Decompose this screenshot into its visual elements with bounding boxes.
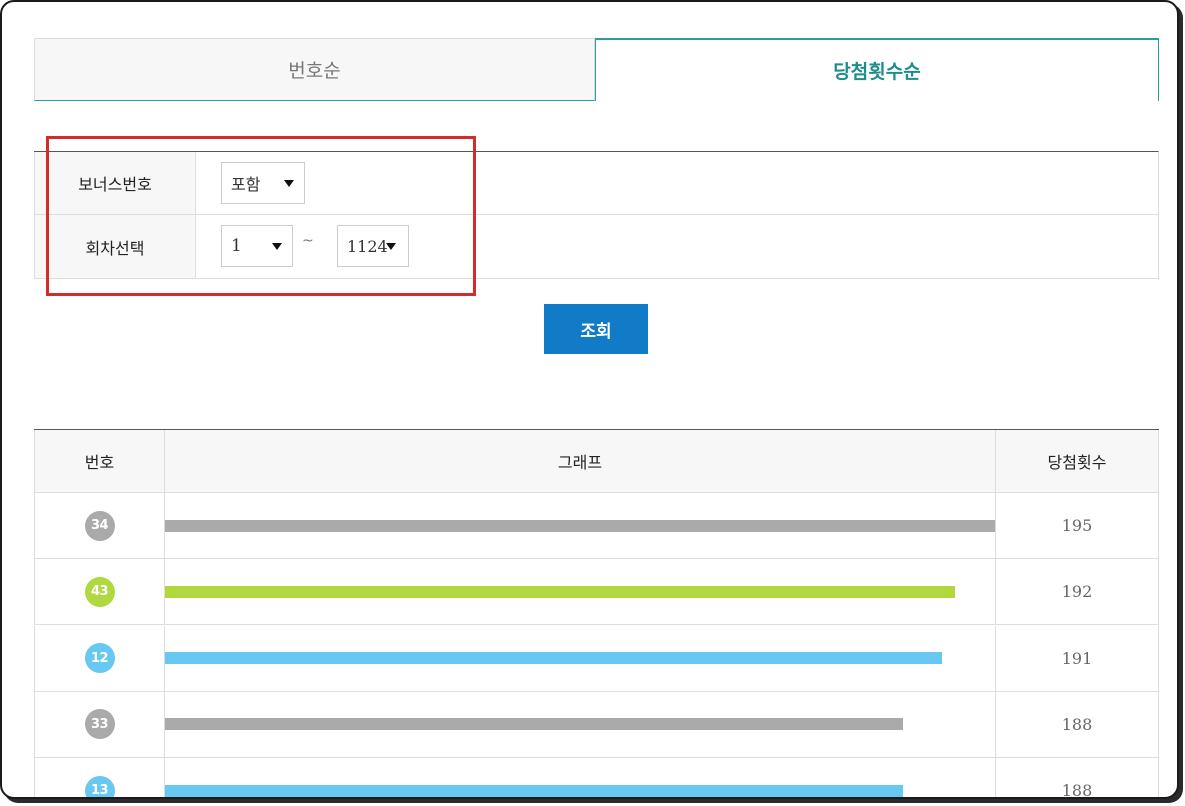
table-row: 43 192 — [34, 559, 1159, 626]
number-ball: 13 — [84, 775, 115, 797]
number-cell: 13 — [34, 758, 165, 797]
table-row: 12 191 — [34, 625, 1159, 692]
number-ball: 34 — [84, 510, 115, 541]
results-table: 번호 그래프 당첨횟수 34 195 43 192 12 191 33 188 13 188 — [34, 429, 1159, 797]
tab-by-number[interactable]: 번호순 — [34, 38, 595, 101]
count-cell: 195 — [996, 493, 1159, 558]
filter-row-round: 회차선택 1 ~ 1124 — [34, 215, 1159, 279]
graph-cell — [165, 758, 996, 797]
count-bar — [165, 519, 995, 532]
table-row: 13 188 — [34, 758, 1159, 797]
results-header: 번호 그래프 당첨횟수 — [34, 430, 1159, 493]
table-row: 33 188 — [34, 691, 1159, 758]
graph-cell — [165, 625, 996, 691]
number-cell: 12 — [34, 625, 165, 691]
round-from-value: 1 — [231, 236, 242, 256]
chevron-down-icon — [284, 180, 294, 187]
count-bar — [165, 652, 942, 665]
tab-by-win-count[interactable]: 당첨횟수순 — [595, 38, 1159, 101]
header-graph: 그래프 — [165, 430, 996, 492]
count-bar — [165, 718, 903, 731]
sort-tabs: 번호순 당첨횟수순 — [34, 38, 1159, 101]
table-row: 34 195 — [34, 493, 1159, 559]
bonus-select[interactable]: 포함 — [221, 162, 305, 204]
number-ball: 33 — [84, 709, 115, 740]
round-from-select[interactable]: 1 — [221, 225, 293, 267]
window-frame: 번호순 당첨횟수순 보너스번호 포함 회차선택 1 ~ 1124 조회 번호 그… — [0, 0, 1179, 799]
chevron-down-icon — [272, 243, 282, 250]
count-cell: 192 — [996, 559, 1159, 625]
round-to-select[interactable]: 1124 — [337, 225, 409, 267]
count-cell: 188 — [996, 758, 1159, 797]
number-ball: 12 — [84, 643, 115, 674]
number-cell: 43 — [34, 559, 165, 625]
bonus-select-value: 포함 — [231, 175, 261, 194]
bonus-label: 보너스번호 — [34, 152, 196, 214]
count-cell: 188 — [996, 691, 1159, 757]
graph-cell — [165, 493, 996, 558]
number-cell: 33 — [34, 691, 165, 757]
search-button[interactable]: 조회 — [544, 304, 648, 354]
number-ball: 43 — [84, 576, 115, 607]
filter-row-bonus: 보너스번호 포함 — [34, 152, 1159, 215]
graph-cell — [165, 691, 996, 757]
round-separator: ~ — [302, 233, 314, 249]
round-label: 회차선택 — [34, 215, 196, 278]
round-to-value: 1124 — [347, 236, 388, 256]
chevron-down-icon — [386, 243, 396, 250]
graph-cell — [165, 559, 996, 625]
count-bar — [165, 784, 903, 797]
header-count: 당첨횟수 — [996, 430, 1159, 492]
count-bar — [165, 585, 955, 598]
number-cell: 34 — [34, 493, 165, 558]
count-cell: 191 — [996, 625, 1159, 691]
header-number: 번호 — [34, 430, 165, 492]
filter-table: 보너스번호 포함 회차선택 1 ~ 1124 — [34, 151, 1159, 279]
